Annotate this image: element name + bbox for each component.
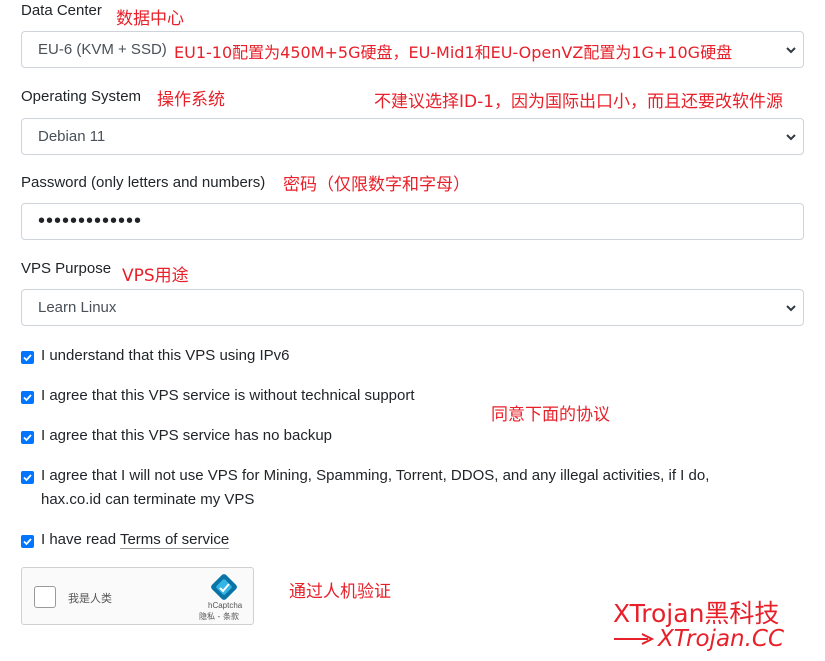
password-note: 密码（仅限数字和字母） bbox=[283, 175, 470, 195]
checkbox-checked-icon[interactable] bbox=[21, 351, 34, 364]
agree-no-abuse-row[interactable]: I agree that I will not use VPS for Mini… bbox=[21, 467, 761, 512]
captcha-note: 通过人机验证 bbox=[289, 582, 391, 602]
password-input[interactable]: ••••••••••••• bbox=[21, 203, 804, 240]
data-center-value-note: EU1-10配置为450M+5G硬盘，EU-Mid1和EU-OpenVZ配置为1… bbox=[174, 39, 735, 63]
checkbox-checked-icon[interactable] bbox=[21, 431, 34, 444]
agree-no-backup-row[interactable]: I agree that this VPS service has no bac… bbox=[21, 427, 332, 448]
os-side-note: 不建议选择ID-1，因为国际出口小，而且还要改软件源 bbox=[374, 92, 784, 112]
agree-no-backup-text: I agree that this VPS service has no bac… bbox=[41, 427, 332, 444]
agree-no-abuse-text: I agree that I will not use VPS for Mini… bbox=[41, 467, 710, 508]
chevron-down-icon bbox=[786, 47, 796, 54]
arrow-right-icon bbox=[614, 633, 654, 645]
chevron-down-icon bbox=[786, 305, 796, 312]
chevron-down-icon bbox=[786, 134, 796, 141]
terms-of-service-link[interactable]: Terms of service bbox=[119, 531, 230, 549]
purpose-select[interactable]: Learn Linux bbox=[21, 289, 804, 326]
agree-ipv6-text: I understand that this VPS using IPv6 bbox=[41, 347, 290, 364]
hcaptcha-logo-icon bbox=[211, 574, 237, 600]
checkbox-checked-icon[interactable] bbox=[21, 471, 34, 484]
captcha-label: 我是人类 bbox=[68, 592, 112, 605]
watermark-url: XTrojan.CC bbox=[658, 626, 785, 652]
agreements-note: 同意下面的协议 bbox=[491, 405, 610, 425]
watermark-url-row: XTrojan.CC bbox=[614, 626, 784, 652]
agree-ipv6-row[interactable]: I understand that this VPS using IPv6 bbox=[21, 347, 289, 368]
data-center-note: 数据中心 bbox=[116, 9, 184, 29]
os-select[interactable]: Debian 11 bbox=[21, 118, 804, 155]
watermark-title: XTrojan黑科技 bbox=[613, 599, 780, 628]
purpose-value: Learn Linux bbox=[38, 299, 117, 316]
terms-prefix: I have read bbox=[41, 531, 117, 548]
checkbox-checked-icon[interactable] bbox=[21, 535, 34, 548]
password-label: Password (only letters and numbers) bbox=[21, 174, 266, 191]
os-label: Operating System bbox=[21, 88, 142, 105]
captcha-brand: hCaptcha bbox=[208, 601, 243, 610]
purpose-label: VPS Purpose bbox=[21, 260, 112, 277]
captcha-links[interactable]: 隐私 - 条款 bbox=[199, 611, 239, 622]
data-center-select[interactable]: EU-6 (KVM + SSD) EU1-10配置为450M+5G硬盘，EU-M… bbox=[21, 31, 804, 68]
agree-terms-row[interactable]: I have read Terms of service bbox=[21, 531, 230, 552]
checkbox-checked-icon[interactable] bbox=[21, 391, 34, 404]
agree-no-support-row[interactable]: I agree that this VPS service is without… bbox=[21, 387, 415, 408]
captcha-checkbox[interactable] bbox=[34, 586, 56, 608]
data-center-label: Data Center bbox=[21, 2, 102, 19]
hcaptcha-widget: 我是人类 hCaptcha 隐私 - 条款 bbox=[21, 567, 254, 625]
agree-no-support-text: I agree that this VPS service is without… bbox=[41, 387, 415, 404]
purpose-note: VPS用途 bbox=[122, 266, 189, 286]
password-value: ••••••••••••• bbox=[38, 210, 143, 232]
os-note: 操作系统 bbox=[157, 90, 225, 110]
os-value: Debian 11 bbox=[38, 128, 106, 145]
